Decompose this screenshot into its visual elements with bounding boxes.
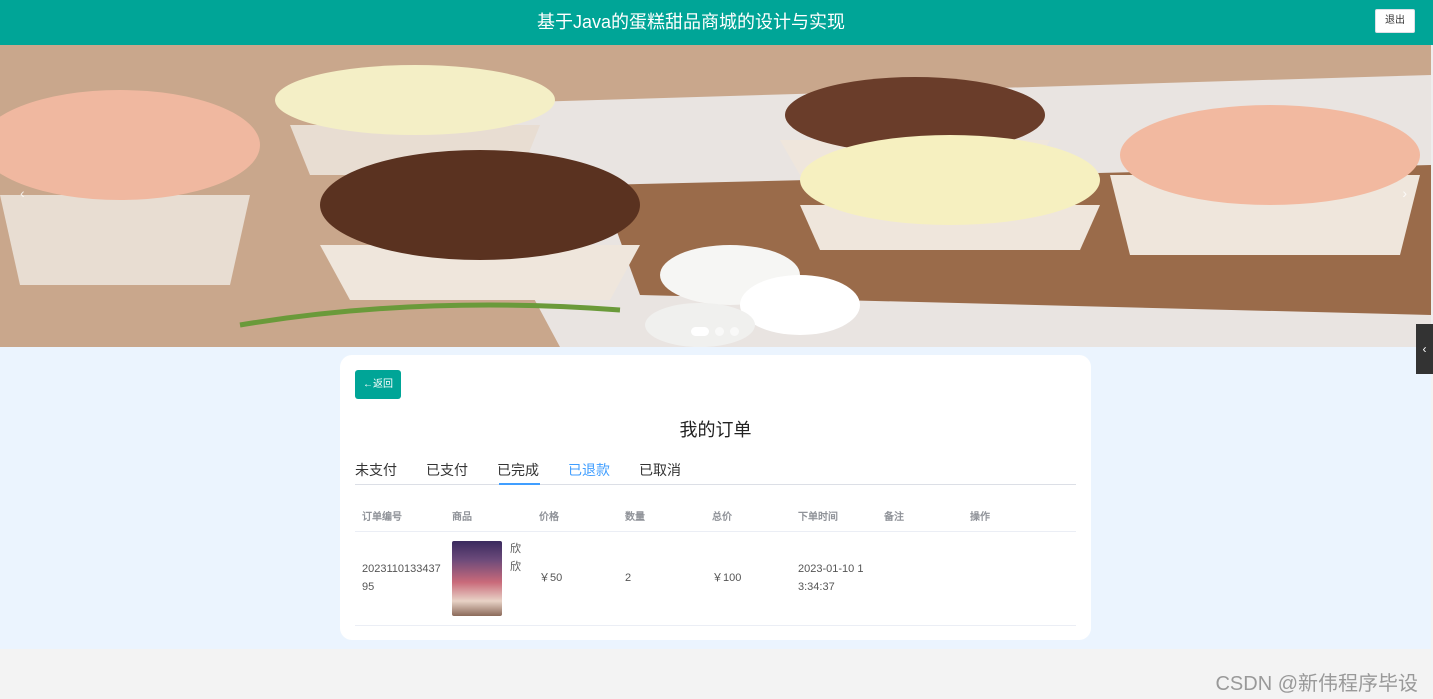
column-header-remark: 备注 bbox=[884, 512, 904, 523]
column-header-quantity: 数量 bbox=[625, 512, 645, 523]
table-header: 订单编号 商品 价格 数量 总价 下单时间 备注 操作 bbox=[355, 499, 1076, 532]
carousel-indicators bbox=[691, 327, 739, 336]
column-header-actions: 操作 bbox=[970, 512, 990, 523]
page-title: 我的订单 bbox=[679, 420, 752, 440]
product-name: 欣欣 bbox=[510, 543, 521, 573]
tab-unpaid[interactable]: 未支付 bbox=[355, 461, 397, 479]
price-value: ￥50 bbox=[539, 572, 563, 584]
carousel-dot[interactable] bbox=[691, 327, 709, 336]
watermark: CSDN @新伟程序毕设 bbox=[1215, 673, 1418, 695]
column-header-product: 商品 bbox=[452, 512, 472, 523]
quantity-value: 2 bbox=[625, 572, 632, 584]
cupcake-pink-right bbox=[1110, 105, 1420, 255]
product-thumbnail bbox=[452, 541, 502, 616]
column-header-price: 价格 bbox=[539, 512, 559, 523]
order-status-tabs: 未支付 已支付 已完成 已退款 已取消 bbox=[355, 461, 1076, 485]
logout-button[interactable]: 退出 bbox=[1375, 9, 1415, 33]
orders-card: ←返回 我的订单 未支付 已支付 已完成 已退款 已取消 订单编号 商品 价格 … bbox=[340, 355, 1091, 640]
total-value: ￥100 bbox=[712, 572, 742, 584]
chevron-right-icon[interactable]: › bbox=[1402, 185, 1407, 201]
column-header-total: 总价 bbox=[712, 512, 732, 523]
tab-cancelled[interactable]: 已取消 bbox=[639, 461, 681, 479]
site-title: 基于Java的蛋糕甜品商城的设计与实现 bbox=[536, 12, 846, 32]
column-header-order-time: 下单时间 bbox=[798, 512, 838, 523]
top-header-bar: 基于Java的蛋糕甜品商城的设计与实现 退出 bbox=[0, 0, 1433, 45]
chevron-left-icon[interactable]: ‹ bbox=[20, 185, 25, 201]
carousel-dot[interactable] bbox=[715, 327, 724, 336]
banner-image bbox=[0, 45, 1431, 347]
cupcake-vanilla-right bbox=[800, 135, 1100, 250]
order-number: 202311013343795 bbox=[362, 563, 441, 593]
tab-completed[interactable]: 已完成 bbox=[497, 461, 539, 479]
back-button[interactable]: ←返回 bbox=[355, 370, 401, 399]
tab-active-indicator bbox=[499, 483, 540, 485]
table-row: 202311013343795 欣欣 ￥50 2 ￥100 2023-01-10… bbox=[355, 532, 1076, 626]
order-time: 2023-01-10 13:34:37 bbox=[798, 563, 864, 593]
cupcake-chocolate-center bbox=[320, 150, 640, 300]
column-header-order-no: 订单编号 bbox=[362, 512, 402, 523]
chevron-left-icon: ‹ bbox=[1422, 342, 1427, 356]
tab-paid[interactable]: 已支付 bbox=[426, 461, 468, 479]
banner-carousel[interactable]: ‹ › bbox=[0, 45, 1431, 347]
carousel-dot[interactable] bbox=[730, 327, 739, 336]
tab-refunded[interactable]: 已退款 bbox=[568, 461, 610, 479]
side-panel-toggle[interactable]: ‹ bbox=[1416, 324, 1433, 374]
